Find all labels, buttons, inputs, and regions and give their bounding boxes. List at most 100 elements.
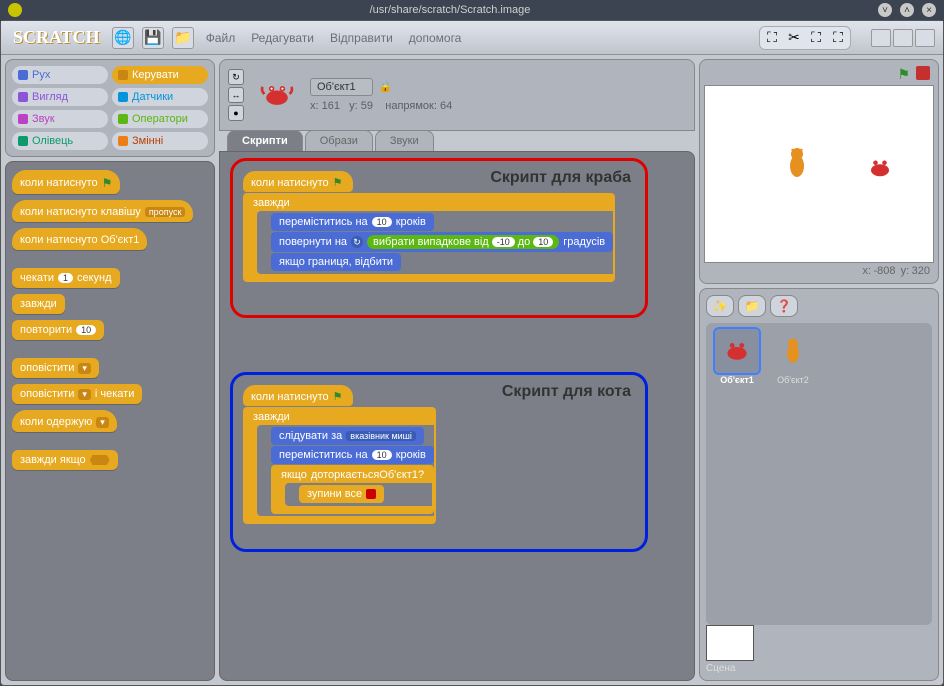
annotation-title: Скрипт для краба bbox=[490, 169, 631, 187]
block-random[interactable]: вибрати випадкове від-10до10 bbox=[367, 235, 559, 249]
cat-looks[interactable]: Вигляд bbox=[12, 88, 108, 106]
cat-operators[interactable]: Оператори bbox=[112, 110, 208, 128]
stage-coords: x: -808 y: 320 bbox=[704, 263, 934, 279]
stop-button[interactable] bbox=[916, 66, 930, 80]
block-forever[interactable]: завжди bbox=[12, 294, 65, 314]
menu-edit[interactable]: Редагувати bbox=[247, 31, 318, 45]
stage-crab-icon[interactable] bbox=[865, 156, 895, 180]
crab-icon bbox=[259, 81, 295, 109]
menu-file[interactable]: Файл bbox=[202, 31, 240, 45]
view-small-icon[interactable] bbox=[871, 29, 891, 47]
block-wait[interactable]: чекати1секунд bbox=[12, 268, 120, 288]
tab-scripts[interactable]: Скрипти bbox=[227, 130, 303, 151]
block-palette: коли натиснуто⚑ коли натиснуто клавішупр… bbox=[5, 161, 215, 681]
stage-cat-icon[interactable] bbox=[785, 146, 809, 180]
tab-sounds[interactable]: Звуки bbox=[375, 130, 434, 151]
block-touching[interactable]: доторкаєтьсяОб'єкт1? bbox=[311, 469, 424, 481]
block-forever-c[interactable]: завжди переміститись на10кроків повернут… bbox=[243, 193, 615, 282]
toolbar: SCRATCH 🌐 💾 📁 Файл Редагувати Відправити… bbox=[1, 21, 943, 55]
cat-control[interactable]: Керувати bbox=[112, 66, 208, 84]
open-icon[interactable]: 📁 bbox=[172, 27, 194, 49]
block-forever-if[interactable]: завжди якщо bbox=[12, 450, 118, 470]
block-if-c[interactable]: якщодоторкаєтьсяОб'єкт1? зупини все bbox=[271, 465, 434, 514]
view-normal-icon[interactable] bbox=[893, 29, 913, 47]
cat-sound[interactable]: Звук bbox=[12, 110, 108, 128]
paint-sprite-icon[interactable]: ✨ bbox=[706, 295, 734, 317]
block-when-flag[interactable]: коли натиснуто⚑ bbox=[12, 170, 120, 194]
cat-sensing[interactable]: Датчики bbox=[112, 88, 208, 106]
rotation-controls: ↻ ↔ ● bbox=[228, 69, 244, 121]
block-move[interactable]: переміститись на10кроків bbox=[271, 213, 434, 231]
edit-tools: ⛶ ✂ ⛶ ⛶ bbox=[759, 26, 851, 50]
close-icon[interactable]: × bbox=[922, 3, 936, 17]
sprite-name-field[interactable]: Об'єкт1 bbox=[310, 78, 373, 96]
window-titlebar: /usr/share/scratch/Scratch.image ˅ ˄ × bbox=[0, 0, 944, 20]
import-sprite-icon[interactable]: 📁 bbox=[738, 295, 766, 317]
script-cat-annotation: Скрипт для кота коли натиснуто⚑ завжди с… bbox=[230, 372, 648, 552]
app-icon bbox=[8, 3, 22, 17]
maximize-icon[interactable]: ˄ bbox=[900, 3, 914, 17]
block-repeat[interactable]: повторити10 bbox=[12, 320, 104, 340]
block-stop-all[interactable]: зупини все bbox=[299, 485, 384, 503]
scratch-logo: SCRATCH bbox=[9, 27, 104, 48]
stage-thumbnail[interactable] bbox=[706, 625, 754, 661]
cat-pen[interactable]: Олівець bbox=[12, 132, 108, 150]
sprite-header: ↻ ↔ ● Об'єкт1🔒 x: 161 y: 59 напрямок: 64 bbox=[219, 59, 695, 131]
block-when-receive[interactable]: коли одержую▾ bbox=[12, 410, 117, 432]
view-mode bbox=[871, 29, 935, 47]
cat-motion[interactable]: Рух bbox=[12, 66, 108, 84]
category-panel: Рух Керувати Вигляд Датчики Звук Операто… bbox=[5, 59, 215, 157]
stamp-icon[interactable]: ⛶ bbox=[762, 29, 782, 47]
turn-right-icon: ↻ bbox=[351, 236, 363, 248]
globe-icon[interactable]: 🌐 bbox=[112, 27, 134, 49]
stage[interactable] bbox=[704, 85, 934, 263]
minimize-icon[interactable]: ˅ bbox=[878, 3, 892, 17]
cat-variables[interactable]: Змінні bbox=[112, 132, 208, 150]
app-frame: SCRATCH 🌐 💾 📁 Файл Редагувати Відправити… bbox=[0, 20, 944, 686]
rot-full-icon[interactable]: ↻ bbox=[228, 69, 244, 85]
block-bounce[interactable]: якщо границя, відбити bbox=[271, 253, 401, 271]
block-hat-flag[interactable]: коли натиснуто⚑ bbox=[243, 385, 353, 406]
surprise-sprite-icon[interactable]: ❓ bbox=[770, 295, 798, 317]
sprite-item-1[interactable]: Об'єкт1 bbox=[712, 329, 762, 385]
script-stack[interactable]: коли натиснуто⚑ завжди слідувати завказі… bbox=[243, 385, 635, 524]
lock-icon[interactable]: 🔒 bbox=[379, 81, 393, 93]
script-crab-annotation: Скрипт для краба коли натиснуто⚑ завжди … bbox=[230, 158, 648, 318]
scripts-area[interactable]: Скрипт для краба коли натиснуто⚑ завжди … bbox=[219, 151, 695, 681]
block-broadcast-wait[interactable]: оповістити▾і чекати bbox=[12, 384, 142, 404]
tab-costumes[interactable]: Образи bbox=[305, 130, 373, 151]
sprite-thumb bbox=[254, 72, 300, 118]
block-broadcast[interactable]: оповістити▾ bbox=[12, 358, 99, 378]
grow-icon[interactable]: ⛶ bbox=[806, 29, 826, 47]
view-present-icon[interactable] bbox=[915, 29, 935, 47]
window-title: /usr/share/scratch/Scratch.image bbox=[370, 4, 531, 16]
tabs: Скрипти Образи Звуки bbox=[219, 130, 695, 151]
sprite-panel: ✨ 📁 ❓ Об'єкт1 Об'єкт2 Сцена bbox=[699, 288, 939, 681]
stage-thumb-area[interactable]: Сцена bbox=[706, 625, 932, 674]
block-forever-c[interactable]: завжди слідувати завказівник миші перемі… bbox=[243, 407, 436, 524]
sprite-info: Об'єкт1🔒 x: 161 y: 59 напрямок: 64 bbox=[310, 78, 452, 112]
menu-help[interactable]: допомога bbox=[405, 31, 466, 45]
rot-none-icon[interactable]: ● bbox=[228, 105, 244, 121]
cut-icon[interactable]: ✂ bbox=[784, 29, 804, 47]
stop-icon bbox=[366, 489, 376, 499]
block-move[interactable]: переміститись на10кроків bbox=[271, 446, 434, 464]
flag-icon: ⚑ bbox=[102, 176, 113, 190]
script-stack[interactable]: коли натиснуто⚑ завжди переміститись на1… bbox=[243, 171, 635, 282]
rot-flip-icon[interactable]: ↔ bbox=[228, 87, 244, 103]
annotation-title: Скрипт для кота bbox=[502, 383, 631, 401]
flag-icon: ⚑ bbox=[333, 176, 343, 189]
block-hat-flag[interactable]: коли натиснуто⚑ bbox=[243, 171, 353, 192]
green-flag-button[interactable]: ⚑ bbox=[897, 66, 910, 83]
block-when-key[interactable]: коли натиснуто клавішупропуск bbox=[12, 200, 193, 222]
sprite-item-2[interactable]: Об'єкт2 bbox=[768, 329, 818, 385]
block-when-clicked[interactable]: коли натиснуто Об'єкт1 bbox=[12, 228, 147, 250]
sprite-list: Об'єкт1 Об'єкт2 bbox=[706, 323, 932, 625]
block-turn[interactable]: повернути на↻вибрати випадкове від-10до1… bbox=[271, 232, 613, 252]
menu-share[interactable]: Відправити bbox=[326, 31, 397, 45]
shrink-icon[interactable]: ⛶ bbox=[828, 29, 848, 47]
save-icon[interactable]: 💾 bbox=[142, 27, 164, 49]
block-point-towards[interactable]: слідувати завказівник миші bbox=[271, 427, 424, 445]
stage-panel: ⚑ x: -808 y: 320 bbox=[699, 59, 939, 284]
flag-icon: ⚑ bbox=[333, 390, 343, 403]
